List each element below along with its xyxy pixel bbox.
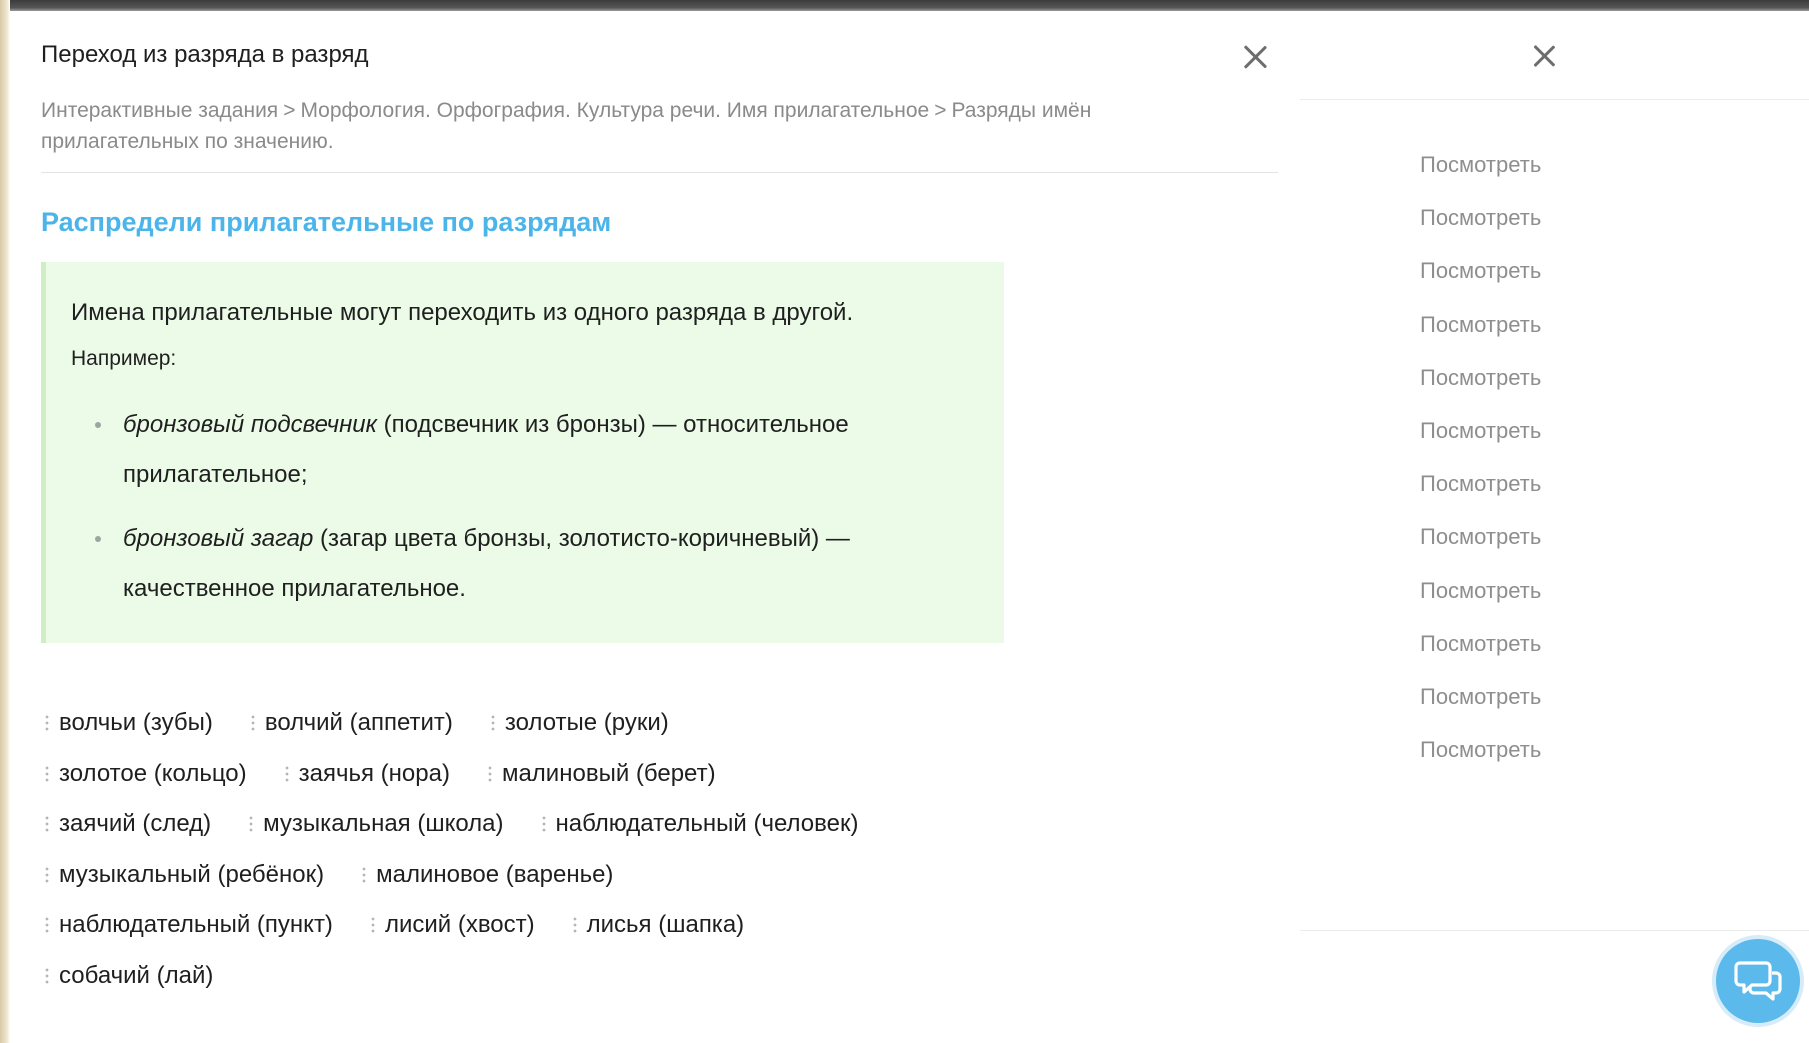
word-row: волчьи (зубы) волчий (аппетит) золотые (ру… xyxy=(45,698,1045,749)
word-chip-label: малиновый (берет) xyxy=(501,759,716,787)
view-link[interactable]: Посмотреть xyxy=(1420,258,1541,311)
background-panel: Посмотреть Посмотреть Посмотреть Посмотреть… xyxy=(1300,11,1809,1043)
info-lead-text: Имена прилагательные могут переходить из… xyxy=(71,299,854,326)
panel-close-icon[interactable] xyxy=(1530,41,1560,71)
drag-handle-icon[interactable] xyxy=(487,764,492,783)
word-chip-label: золотые (руки) xyxy=(504,709,669,737)
info-example-label: Например: xyxy=(71,347,177,370)
draggable-word-chip[interactable]: музыкальный (ребёнок) xyxy=(45,861,324,889)
word-chip-label: лисий (хвост) xyxy=(384,911,535,939)
panel-divider xyxy=(1300,930,1809,931)
draggable-word-chip[interactable]: малиновый (берет) xyxy=(487,759,716,788)
view-link[interactable]: Посмотреть xyxy=(1420,312,1541,365)
view-link[interactable]: Посмотреть xyxy=(1420,471,1541,524)
modal-title: Переход из разряда в разряд xyxy=(41,41,369,68)
drag-handle-icon[interactable] xyxy=(362,865,367,884)
drag-handle-icon[interactable] xyxy=(45,815,49,834)
draggable-word-chip[interactable]: собачий (лай) xyxy=(45,962,213,990)
word-chip-label: золотое (кольцо) xyxy=(59,759,247,787)
drag-handle-icon[interactable] xyxy=(45,916,49,935)
word-chip-label: музыкальная (школа) xyxy=(263,810,504,838)
view-link[interactable]: Посмотреть xyxy=(1420,365,1541,418)
word-chip-label: заячья (нора) xyxy=(298,759,450,787)
drag-handle-icon[interactable] xyxy=(572,916,577,935)
draggable-word-chip[interactable]: заячья (нора) xyxy=(284,759,450,788)
task-title: Распредели прилагательные по разрядам xyxy=(41,207,612,237)
draggable-word-chip[interactable]: золотое (кольцо) xyxy=(45,760,247,788)
info-box: Имена прилагательные могут переходить из… xyxy=(41,262,1004,643)
draggable-word-chip[interactable]: волчьи (зубы) xyxy=(45,709,213,737)
word-row: собачий (лай) xyxy=(45,951,1045,1002)
screen-top-edge xyxy=(0,0,1809,11)
word-bank: волчьи (зубы) волчий (аппетит) золотые (ру… xyxy=(45,698,1045,1001)
example-phrase: бронзовый подсвечник xyxy=(123,411,377,438)
drag-handle-icon[interactable] xyxy=(370,916,375,935)
screen-left-edge xyxy=(0,0,10,1043)
chat-bubbles-icon xyxy=(1734,961,1782,1001)
word-chip-label: волчий (аппетит) xyxy=(264,709,453,737)
view-link[interactable]: Посмотреть xyxy=(1420,524,1541,577)
word-chip-label: наблюдательный (пункт) xyxy=(59,911,333,939)
bullet-icon xyxy=(95,422,101,428)
drag-handle-icon[interactable] xyxy=(284,764,289,783)
drag-handle-icon[interactable] xyxy=(490,714,495,733)
panel-divider xyxy=(1300,99,1809,100)
view-link[interactable]: Посмотреть xyxy=(1420,418,1541,471)
word-chip-label: волчьи (зубы) xyxy=(59,709,213,737)
draggable-word-chip[interactable]: заячий (след) xyxy=(45,810,211,838)
word-chip-label: собачий (лай) xyxy=(59,961,214,989)
drag-handle-icon[interactable] xyxy=(249,815,254,834)
word-chip-label: малиновое (варенье) xyxy=(376,860,614,888)
view-link[interactable]: Посмотреть xyxy=(1420,684,1541,737)
bullet-icon xyxy=(95,536,101,542)
breadcrumb-separator: > xyxy=(934,99,947,122)
draggable-word-chip[interactable]: малиновое (варенье) xyxy=(362,861,613,889)
view-link[interactable]: Посмотреть xyxy=(1420,737,1541,790)
word-chip-label: заячий (след) xyxy=(59,810,212,838)
word-row: золотое (кольцо) заячья (нора) малиновый (… xyxy=(45,749,1045,800)
draggable-word-chip[interactable]: наблюдательный (человек) xyxy=(541,810,859,838)
draggable-word-chip[interactable]: наблюдательный (пункт) xyxy=(45,911,333,939)
breadcrumb-separator: > xyxy=(283,99,296,122)
examples-list: бронзовый подсвечник (подсвечник из брон… xyxy=(71,400,951,628)
example-phrase: бронзовый загар xyxy=(123,525,314,552)
drag-handle-icon[interactable] xyxy=(45,966,49,985)
example-item: бронзовый подсвечник (подсвечник из брон… xyxy=(71,400,951,500)
drag-handle-icon[interactable] xyxy=(250,714,255,733)
draggable-word-chip[interactable]: лисья (шапка) xyxy=(572,911,745,939)
draggable-word-chip[interactable]: лисий (хвост) xyxy=(370,911,535,939)
chat-button[interactable] xyxy=(1716,939,1800,1023)
word-chip-label: музыкальный (ребёнок) xyxy=(59,860,325,888)
example-item: бронзовый загар (загар цвета бронзы, зол… xyxy=(71,514,951,614)
draggable-word-chip[interactable]: музыкальная (школа) xyxy=(249,810,504,838)
word-row: заячий (след) музыкальная (школа) наблюдат… xyxy=(45,799,1045,850)
drag-handle-icon[interactable] xyxy=(45,764,49,783)
draggable-word-chip[interactable]: волчий (аппетит) xyxy=(250,709,453,737)
view-link[interactable]: Посмотреть xyxy=(1420,152,1541,205)
word-chip-label: наблюдательный (человек) xyxy=(555,810,859,838)
breadcrumb-item-morphology[interactable]: Морфология. Орфография. Культура речи. И… xyxy=(300,99,929,122)
task-modal: Переход из разряда в разряд Интерактивны… xyxy=(10,11,1300,1043)
word-row: наблюдательный (пункт) лисий (хвост) лисья… xyxy=(45,900,1045,951)
modal-divider xyxy=(41,172,1278,173)
drag-handle-icon[interactable] xyxy=(541,815,546,834)
view-link[interactable]: Посмотреть xyxy=(1420,631,1541,684)
breadcrumb: Интерактивные задания > Морфология. Орфогр… xyxy=(41,95,1121,157)
modal-close-icon[interactable] xyxy=(1240,41,1272,73)
word-chip-label: лисья (шапка) xyxy=(586,911,745,939)
breadcrumb-item-interactive-tasks[interactable]: Интерактивные задания xyxy=(41,99,278,122)
word-row: музыкальный (ребёнок) малиновое (варенье) xyxy=(45,850,1045,901)
view-links-list: Посмотреть Посмотреть Посмотреть Посмотреть… xyxy=(1420,152,1541,790)
draggable-word-chip[interactable]: золотые (руки) xyxy=(490,709,669,737)
view-link[interactable]: Посмотреть xyxy=(1420,205,1541,258)
drag-handle-icon[interactable] xyxy=(45,714,49,733)
drag-handle-icon[interactable] xyxy=(45,865,49,884)
view-link[interactable]: Посмотреть xyxy=(1420,578,1541,631)
